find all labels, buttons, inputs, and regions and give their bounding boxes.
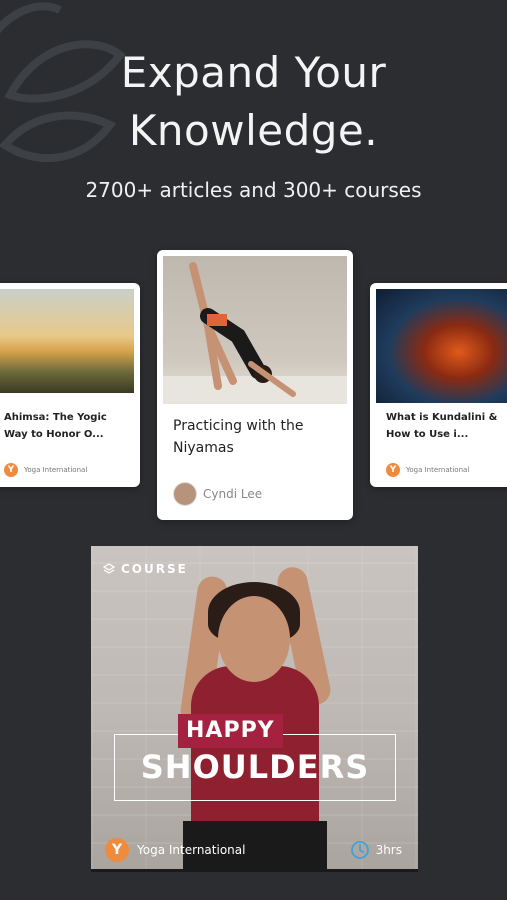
course-card-happy-shoulders[interactable]: COURSE HAPPY SHOULDERS Y Yoga Internatio…: [91, 546, 418, 872]
author-name: Cyndi Lee: [203, 487, 263, 501]
downward-dog-pose-image: [163, 262, 347, 404]
course-duration-value: 3hrs: [375, 843, 402, 857]
layers-icon: [103, 563, 115, 574]
page-subheadline: 2700+ articles and 300+ courses: [85, 178, 422, 202]
article-card-image: [0, 289, 134, 393]
article-card-footer: Cyndi Lee: [173, 482, 262, 506]
author-avatar: [173, 482, 197, 506]
article-card-footer: Y Yoga International: [386, 463, 469, 477]
article-card-brand: Yoga International: [24, 466, 88, 474]
article-card-footer: Y Yoga International: [4, 463, 87, 477]
article-card-title: Practicing with the Niyamas: [173, 418, 304, 456]
course-bottom-bar: [91, 869, 418, 872]
headline-line-1: Expand Your: [120, 48, 387, 97]
course-duration: 3hrs: [350, 840, 402, 860]
headline-line-2: Knowledge.: [128, 106, 379, 155]
course-title-badge: HAPPY: [178, 714, 283, 748]
article-card-image: [163, 256, 347, 404]
course-brand: Y Yoga International: [105, 838, 245, 862]
course-title: SHOULDERS: [140, 748, 370, 786]
page-headline: Expand Your Knowledge.: [0, 44, 507, 160]
article-card-ahimsa[interactable]: Ahimsa: The Yogic Way to Honor O... Y Yo…: [0, 283, 140, 487]
clock-icon: [350, 841, 369, 859]
article-card-title: What is Kundalini & How to Use i...: [386, 412, 498, 440]
course-tag-label: COURSE: [121, 562, 188, 576]
yoga-international-logo-icon: Y: [386, 463, 400, 477]
article-card-brand: Yoga International: [406, 466, 470, 474]
article-card-kundalini[interactable]: What is Kundalini & How to Use i... Y Yo…: [370, 283, 507, 487]
article-card-title: Ahimsa: The Yogic Way to Honor O...: [4, 412, 107, 440]
course-brand-name: Yoga International: [137, 843, 246, 857]
article-card-image: [376, 289, 507, 403]
article-card-niyamas[interactable]: Practicing with the Niyamas Cyndi Lee: [157, 250, 353, 520]
yoga-international-logo-icon: Y: [105, 838, 129, 862]
yoga-international-logo-icon: Y: [4, 463, 18, 477]
course-tag: COURSE: [103, 562, 188, 576]
course-photo-head: [218, 596, 290, 682]
